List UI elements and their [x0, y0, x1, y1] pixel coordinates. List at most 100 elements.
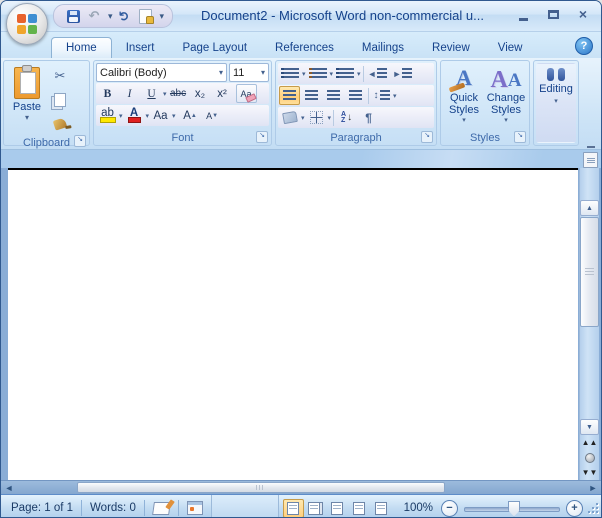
- sort-button[interactable]: AZ ↓: [336, 108, 357, 127]
- maximize-button[interactable]: [545, 7, 561, 21]
- superscript-button[interactable]: x²: [212, 84, 233, 103]
- change-styles-dropdown-arrow: ▾: [504, 116, 508, 124]
- scroll-up-button[interactable]: ▲: [580, 200, 599, 216]
- resize-grip[interactable]: [587, 502, 599, 514]
- undo-button[interactable]: ↶: [85, 7, 103, 25]
- tab-mailings[interactable]: Mailings: [348, 38, 418, 58]
- zoom-slider-thumb[interactable]: [508, 501, 520, 517]
- office-button[interactable]: [6, 3, 48, 45]
- customize-qat-dropdown[interactable]: ▾: [160, 11, 165, 22]
- numbering-button[interactable]: [307, 64, 329, 83]
- format-painter-button[interactable]: [48, 113, 72, 135]
- shading-button[interactable]: [279, 108, 300, 127]
- underline-dropdown-arrow[interactable]: ▾: [163, 90, 167, 98]
- document-page[interactable]: [8, 168, 578, 480]
- zoom-in-button[interactable]: +: [566, 500, 583, 517]
- font-dialog-launcher[interactable]: ↘: [256, 131, 268, 143]
- redo-button[interactable]: ↺: [116, 7, 134, 25]
- save-button[interactable]: [64, 7, 82, 25]
- justify-button[interactable]: [345, 86, 366, 105]
- macro-record-button[interactable]: [179, 495, 211, 518]
- ruler-toggle-button[interactable]: [583, 152, 598, 168]
- web-layout-view-button[interactable]: [327, 499, 348, 518]
- multilevel-list-button[interactable]: [334, 64, 356, 83]
- tab-page-layout[interactable]: Page Layout: [168, 38, 261, 58]
- draft-view-button[interactable]: [371, 499, 392, 518]
- change-styles-button[interactable]: AA Change Styles ▾: [485, 63, 527, 128]
- shrink-font-arrow: ▼: [212, 113, 218, 119]
- outline-view-button[interactable]: [349, 499, 370, 518]
- numbering-dropdown-arrow[interactable]: ▾: [330, 70, 334, 78]
- proofing-status-button[interactable]: [145, 495, 178, 518]
- bullets-dropdown-arrow[interactable]: ▾: [302, 70, 306, 78]
- bold-button[interactable]: B: [97, 84, 118, 103]
- font-color-dropdown-arrow[interactable]: ▾: [146, 112, 150, 120]
- change-case-dropdown-arrow[interactable]: ▾: [172, 112, 176, 120]
- tab-view[interactable]: View: [484, 38, 537, 58]
- italic-button[interactable]: I: [119, 84, 140, 103]
- subscript-button[interactable]: x₂: [190, 84, 211, 103]
- underline-button[interactable]: U: [141, 84, 162, 103]
- zoom-slider[interactable]: [464, 501, 560, 516]
- help-button[interactable]: ?: [575, 37, 593, 55]
- select-browse-object-button[interactable]: [581, 450, 598, 465]
- horizontal-scroll-thumb[interactable]: [77, 482, 445, 493]
- clear-formatting-button[interactable]: Aa: [236, 84, 257, 103]
- align-center-button[interactable]: [301, 86, 322, 105]
- line-spacing-dropdown-arrow[interactable]: ▾: [393, 92, 397, 100]
- previous-page-button[interactable]: ▲▲: [581, 435, 598, 450]
- clipboard-dialog-launcher[interactable]: ↘: [74, 135, 86, 147]
- borders-button[interactable]: [306, 108, 327, 127]
- scroll-down-button[interactable]: ▼: [580, 419, 599, 435]
- cut-button[interactable]: ✂: [48, 65, 72, 87]
- scroll-right-button[interactable]: ►: [585, 482, 601, 493]
- quick-styles-button[interactable]: A Quick Styles ▾: [443, 63, 485, 128]
- highlight-dropdown-arrow[interactable]: ▾: [119, 112, 123, 120]
- scroll-left-button[interactable]: ◄: [1, 482, 17, 493]
- styles-dialog-launcher[interactable]: ↘: [514, 131, 526, 143]
- increase-indent-button[interactable]: ►: [390, 64, 414, 83]
- paragraph-dialog-launcher[interactable]: ↘: [421, 131, 433, 143]
- tab-review[interactable]: Review: [418, 38, 484, 58]
- shrink-font-button[interactable]: A▼: [202, 106, 223, 125]
- strikethrough-button[interactable]: abc: [168, 84, 189, 103]
- zoom-level[interactable]: 100%: [396, 502, 441, 514]
- font-color-button[interactable]: A: [124, 106, 145, 125]
- bullets-button[interactable]: [279, 64, 301, 83]
- copy-button[interactable]: [48, 89, 72, 111]
- tab-references[interactable]: References: [261, 38, 348, 58]
- full-screen-reading-view-button[interactable]: [305, 499, 326, 518]
- show-hide-formatting-button[interactable]: ¶: [358, 108, 379, 127]
- print-layout-view-button[interactable]: [283, 499, 304, 518]
- multilevel-dropdown-arrow[interactable]: ▾: [357, 70, 361, 78]
- grow-font-button[interactable]: A▲: [180, 106, 201, 125]
- decrease-indent-button[interactable]: ◄: [366, 64, 390, 83]
- permission-button[interactable]: [137, 7, 155, 25]
- highlight-color-bar: [100, 117, 116, 123]
- undo-dropdown[interactable]: ▾: [108, 11, 113, 22]
- align-left-button[interactable]: [279, 86, 300, 105]
- align-right-button[interactable]: [323, 86, 344, 105]
- horizontal-scroll-track[interactable]: [17, 482, 585, 493]
- horizontal-scrollbar[interactable]: ◄ ►: [1, 480, 601, 494]
- change-case-button[interactable]: Aa: [150, 106, 171, 125]
- paste-button[interactable]: Paste ▾: [6, 63, 48, 135]
- tab-home[interactable]: Home: [51, 37, 112, 58]
- borders-dropdown-arrow[interactable]: ▾: [328, 114, 332, 122]
- line-spacing-button[interactable]: ↕: [371, 86, 392, 105]
- vertical-scroll-thumb[interactable]: [580, 217, 599, 327]
- font-name-combobox[interactable]: Calibri (Body)▾: [96, 63, 227, 82]
- font-size-combobox[interactable]: 11▾: [229, 63, 269, 82]
- view-shortcuts: [279, 499, 396, 518]
- next-page-button[interactable]: ▼▼: [581, 465, 598, 480]
- close-button[interactable]: ×: [575, 7, 591, 21]
- text-highlight-button[interactable]: ab: [97, 106, 118, 125]
- vertical-scrollbar[interactable]: ▲ ▼ ▲▲ ▼▼: [579, 168, 599, 480]
- word-count[interactable]: Words: 0: [82, 495, 144, 518]
- minimize-button[interactable]: [515, 7, 531, 21]
- zoom-out-button[interactable]: −: [441, 500, 458, 517]
- shading-dropdown-arrow[interactable]: ▾: [301, 114, 305, 122]
- page-indicator[interactable]: Page: 1 of 1: [3, 495, 81, 518]
- tab-insert[interactable]: Insert: [112, 38, 169, 58]
- editing-button[interactable]: Editing ▾: [536, 63, 576, 143]
